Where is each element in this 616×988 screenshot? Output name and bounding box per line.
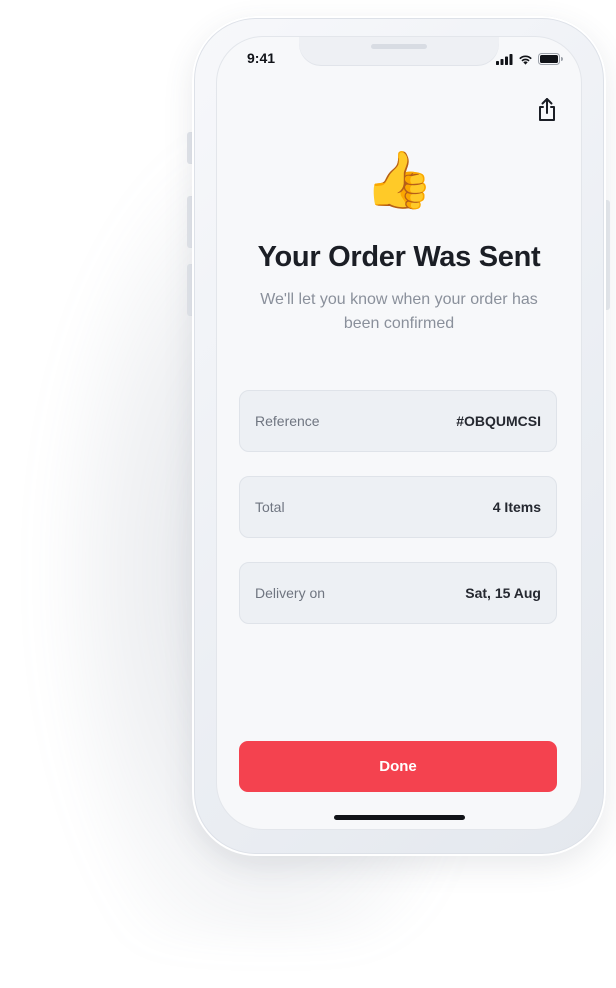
share-icon[interactable] (535, 97, 559, 123)
home-indicator[interactable] (334, 815, 465, 820)
mockup-stage: 9:41 👍 Your Order Was Sent We'll let you… (0, 0, 616, 988)
status-icons (496, 52, 563, 70)
wifi-icon (518, 52, 533, 70)
total-label: Total (255, 499, 285, 515)
notch (299, 37, 499, 65)
done-button[interactable]: Done (239, 741, 557, 792)
total-value: 4 Items (492, 499, 541, 515)
speaker-grille (371, 44, 427, 49)
phone-screen: 9:41 👍 Your Order Was Sent We'll let you… (217, 37, 581, 829)
status-time: 9:41 (247, 50, 276, 66)
reference-value: #OBQUMCSI (456, 413, 541, 429)
delivery-value: Sat, 15 Aug (465, 585, 541, 601)
page-subtitle: We'll let you know when your order has b… (260, 291, 538, 332)
delivery-label: Delivery on (255, 585, 326, 601)
battery-icon (538, 52, 563, 70)
total-card: Total 4 Items (239, 476, 557, 538)
page-title: Your Order Was Sent (257, 241, 541, 273)
reference-label: Reference (255, 413, 320, 429)
cellular-signal-icon (496, 52, 513, 70)
thumbs-up-icon: 👍 (364, 148, 434, 211)
delivery-card: Delivery on Sat, 15 Aug (239, 562, 557, 624)
reference-card: Reference #OBQUMCSI (239, 390, 557, 452)
